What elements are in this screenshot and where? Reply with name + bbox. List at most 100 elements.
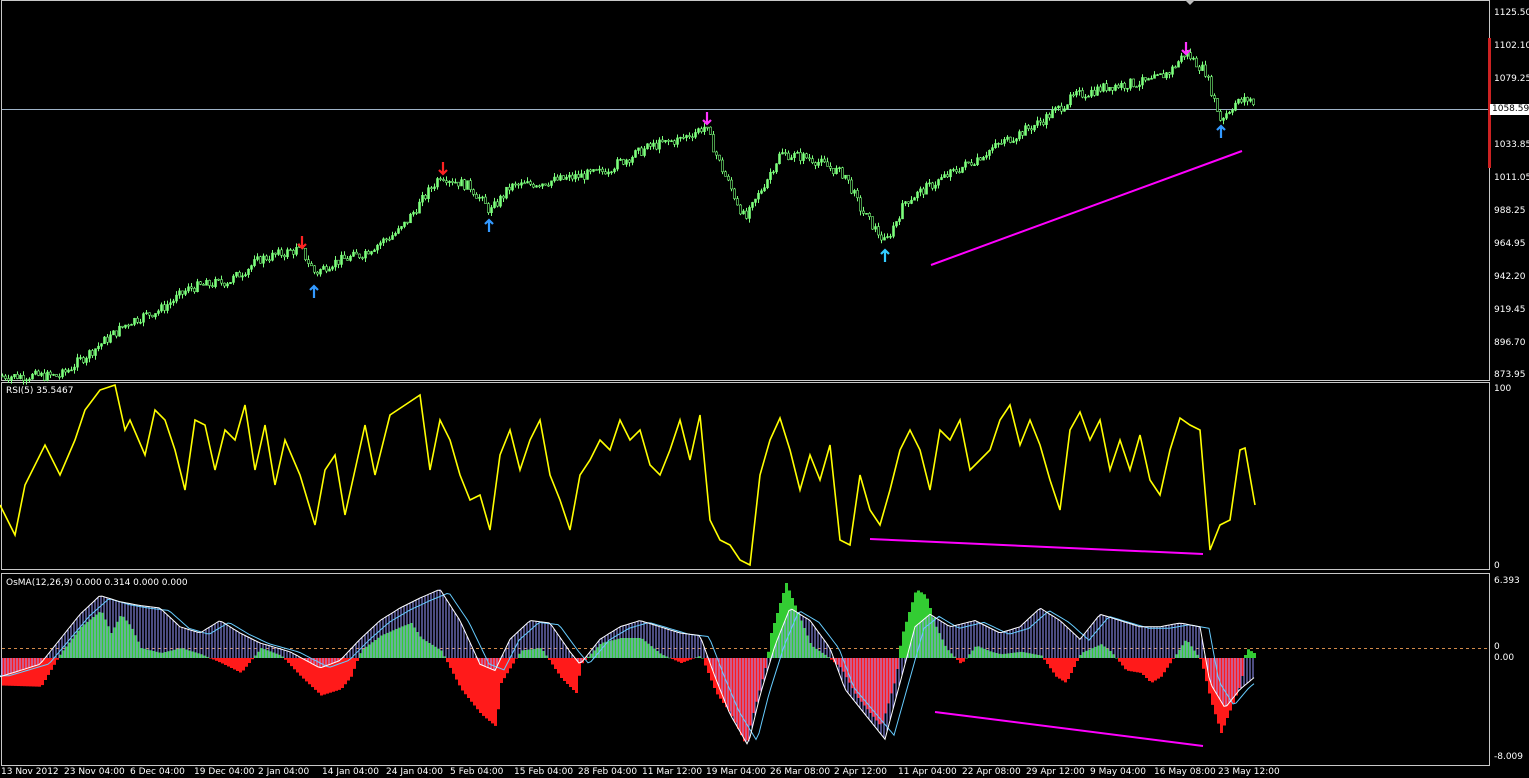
price-candle (67, 369, 70, 373)
price-candle (412, 212, 415, 215)
price-candle (724, 171, 727, 177)
price-candle (1204, 64, 1207, 77)
price-candle (358, 253, 361, 258)
price-candle (334, 259, 337, 268)
osma-bar (449, 658, 452, 668)
price-candle (553, 176, 556, 182)
price-candle (49, 371, 52, 376)
osma-scale-bottom: -8.009 (1494, 752, 1524, 762)
price-candle (220, 279, 223, 284)
osma-trendline[interactable] (934, 711, 1204, 747)
osma-bar (350, 658, 353, 677)
price-candle (1105, 83, 1108, 91)
price-candle (421, 195, 424, 203)
price-candle (1219, 111, 1222, 121)
price-candle (25, 379, 28, 382)
price-candle (271, 252, 274, 261)
price-candle (556, 176, 559, 181)
price-candle (916, 191, 919, 199)
price-candle (628, 159, 631, 163)
osma-bar (512, 658, 515, 664)
rsi-trendline[interactable] (869, 538, 1204, 555)
price-candle (142, 313, 145, 323)
osma-bar (44, 658, 47, 680)
price-candle (1015, 138, 1018, 142)
osma-bar (221, 658, 224, 664)
osma-bar (1244, 655, 1247, 658)
osma-bar (1046, 658, 1049, 664)
osma-bar (1148, 658, 1151, 681)
price-candle (1051, 109, 1054, 119)
price-candle (1171, 66, 1174, 75)
price-candle (493, 201, 496, 208)
price-candle (175, 294, 178, 302)
osma-bar (464, 658, 467, 695)
osma-bar (470, 658, 473, 702)
price-candle (658, 139, 661, 150)
price-candle (898, 218, 901, 222)
price-candle (202, 284, 205, 286)
price-candle (313, 265, 316, 273)
price-candle (43, 372, 46, 381)
price-candle (1252, 98, 1255, 105)
price-candle (1237, 98, 1240, 104)
price-candle (688, 135, 691, 137)
price-candle (754, 198, 757, 203)
price-panel-frame (1, 0, 1490, 381)
osma-bar (1163, 658, 1166, 673)
price-candle (166, 304, 169, 311)
price-trendline[interactable] (930, 150, 1243, 266)
price-candle (1207, 75, 1210, 78)
price-candle (1003, 139, 1006, 144)
price-candle (1144, 77, 1147, 81)
osma-bar (566, 658, 569, 684)
price-candle (964, 161, 967, 168)
price-candle (871, 216, 874, 230)
osma-bar (704, 658, 707, 666)
price-candle (1246, 97, 1249, 102)
osma-bar (965, 658, 968, 659)
price-candle (304, 247, 307, 261)
price-candle (1072, 94, 1075, 97)
price-candle (703, 126, 706, 132)
time-tick: 14 Jan 04:00 (322, 767, 379, 777)
price-candle (1111, 86, 1114, 91)
price-candle (1159, 73, 1162, 75)
price-candle (424, 195, 427, 199)
price-candle (709, 126, 712, 135)
price-candle (910, 199, 913, 204)
price-candle (577, 174, 580, 178)
price-candle (88, 350, 91, 359)
osma-bar (335, 658, 338, 691)
price-chart[interactable] (0, 0, 1529, 778)
price-candle (34, 370, 37, 375)
price-candle (550, 180, 553, 186)
price-candle (499, 195, 502, 207)
osma-bar (212, 658, 215, 660)
price-candle (847, 174, 850, 181)
price-candle (190, 286, 193, 289)
price-candle (286, 249, 289, 258)
sell-arrow-icon (297, 236, 307, 250)
time-tick: 19 Dec 04:00 (194, 767, 255, 777)
price-candle (904, 201, 907, 204)
price-tick: 942.20 (1494, 272, 1526, 282)
osma-bar (671, 658, 674, 660)
price-candle (874, 226, 877, 230)
price-candle (253, 259, 256, 266)
osma-bar (500, 658, 503, 683)
price-candle (319, 269, 322, 275)
price-candle (748, 207, 751, 219)
price-candle (529, 181, 532, 185)
price-candle (757, 192, 760, 200)
price-candle (178, 290, 181, 296)
osma-bar (473, 658, 476, 706)
price-candle (433, 186, 436, 189)
price-tick: 988.25 (1494, 206, 1526, 216)
osma-bar (677, 658, 680, 662)
price-tick: 919.45 (1494, 305, 1526, 315)
price-candle (445, 180, 448, 183)
price-tick: 1079.25 (1494, 74, 1529, 84)
price-candle (1054, 107, 1057, 111)
osma-bar (956, 658, 959, 660)
